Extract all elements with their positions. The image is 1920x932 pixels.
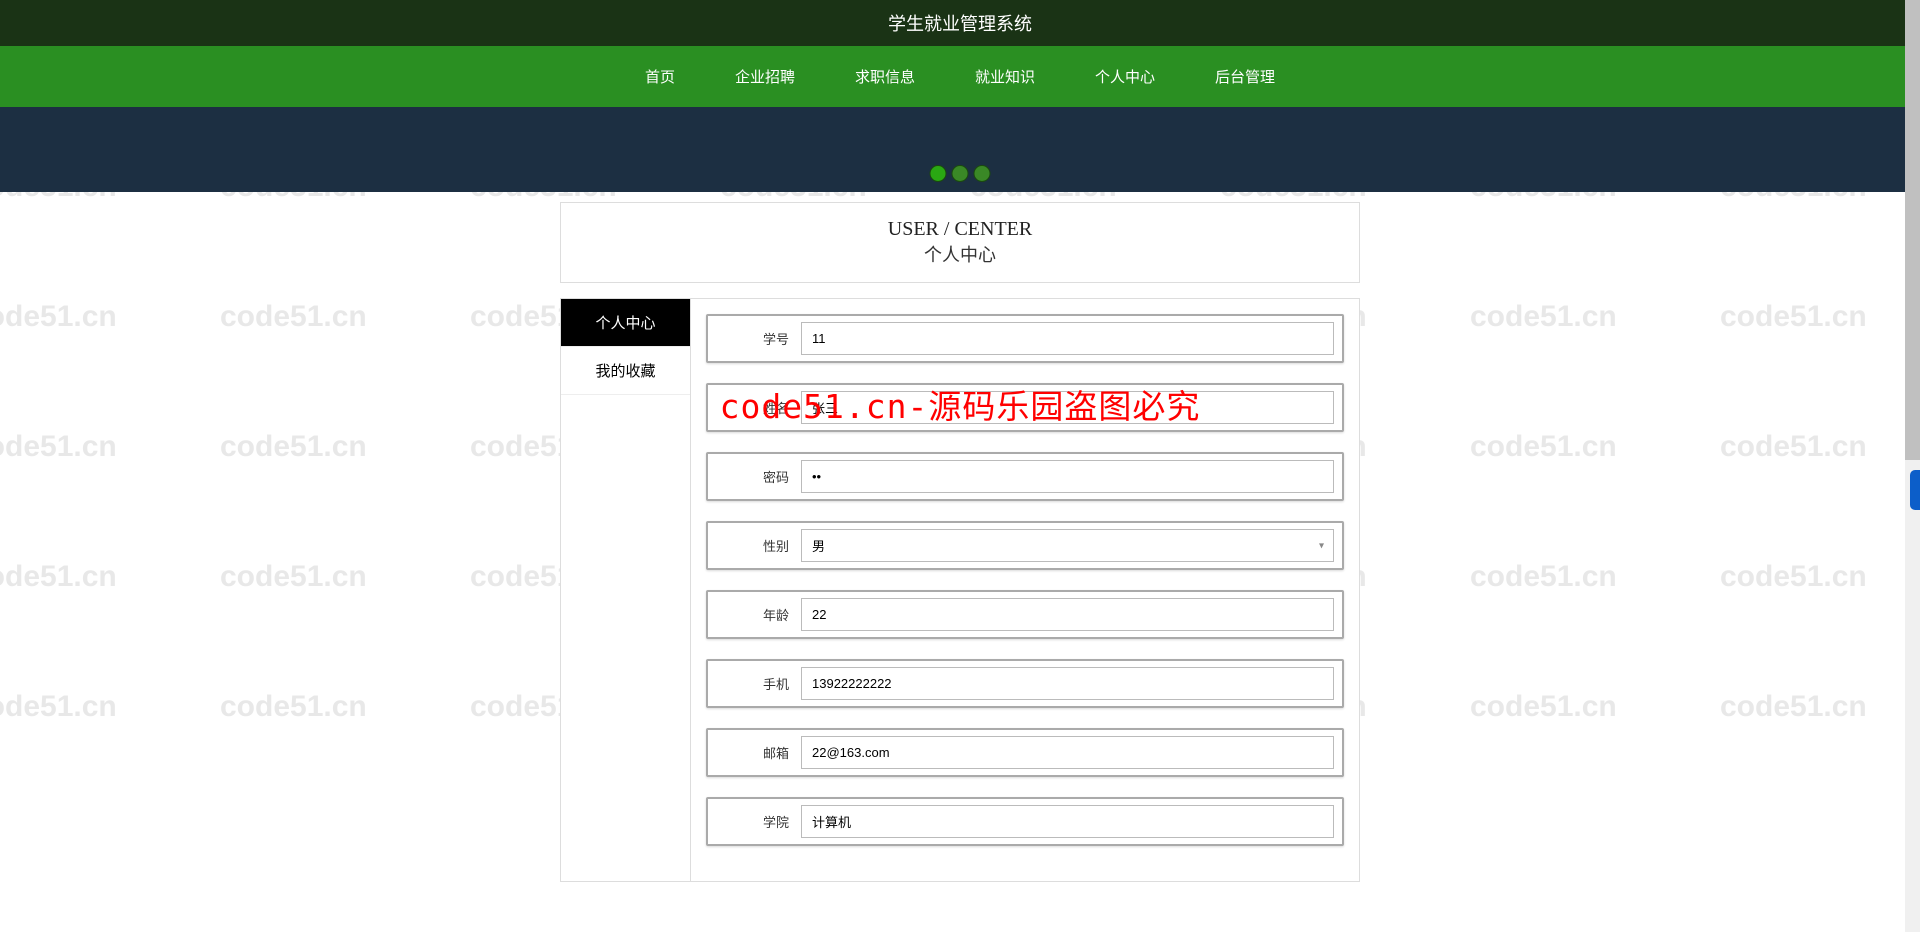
edge-indicator: [1910, 470, 1920, 510]
field-password: 密码: [706, 452, 1344, 501]
input-email[interactable]: [801, 736, 1334, 769]
input-phone[interactable]: [801, 667, 1334, 700]
label-age: 年龄: [716, 605, 801, 624]
nav-home[interactable]: 首页: [615, 46, 705, 107]
field-name: 姓名: [706, 383, 1344, 432]
nav-admin[interactable]: 后台管理: [1185, 46, 1305, 107]
carousel-dot-2[interactable]: [952, 165, 969, 182]
scroll-thumb[interactable]: [1905, 0, 1920, 460]
label-password: 密码: [716, 467, 801, 486]
input-age[interactable]: [801, 598, 1334, 631]
field-college: 学院: [706, 797, 1344, 846]
label-name: 姓名: [716, 398, 801, 417]
label-college: 学院: [716, 812, 801, 831]
label-student-id: 学号: [716, 329, 801, 348]
nav-job-info[interactable]: 求职信息: [825, 46, 945, 107]
field-phone: 手机: [706, 659, 1344, 708]
select-gender[interactable]: [801, 529, 1334, 562]
input-college[interactable]: [801, 805, 1334, 838]
label-email: 邮箱: [716, 743, 801, 762]
label-gender: 性别: [716, 536, 801, 555]
input-name[interactable]: [801, 391, 1334, 424]
field-gender: 性别: [706, 521, 1344, 570]
main-nav: 首页 企业招聘 求职信息 就业知识 个人中心 后台管理: [0, 46, 1920, 107]
nav-employment-knowledge[interactable]: 就业知识: [945, 46, 1065, 107]
scrollbar[interactable]: [1905, 0, 1920, 932]
form-area: 学号 姓名 密码 性别 年龄 手机: [691, 299, 1359, 881]
section-header: USER / CENTER 个人中心: [560, 202, 1360, 283]
carousel-dots: [930, 165, 991, 182]
banner: [0, 107, 1920, 192]
section-title-en: USER / CENTER: [561, 218, 1359, 241]
field-student-id: 学号: [706, 314, 1344, 363]
label-phone: 手机: [716, 674, 801, 693]
input-password[interactable]: [801, 460, 1334, 493]
sidebar-item-favorites[interactable]: 我的收藏: [561, 347, 690, 395]
sidebar: 个人中心 我的收藏: [561, 299, 691, 881]
carousel-dot-1[interactable]: [930, 165, 947, 182]
field-age: 年龄: [706, 590, 1344, 639]
nav-user-center[interactable]: 个人中心: [1065, 46, 1185, 107]
input-student-id[interactable]: [801, 322, 1334, 355]
nav-company-recruit[interactable]: 企业招聘: [705, 46, 825, 107]
field-email: 邮箱: [706, 728, 1344, 777]
system-title: 学生就业管理系统: [0, 0, 1920, 46]
carousel-dot-3[interactable]: [974, 165, 991, 182]
section-title-cn: 个人中心: [561, 241, 1359, 267]
sidebar-item-profile[interactable]: 个人中心: [561, 299, 690, 347]
